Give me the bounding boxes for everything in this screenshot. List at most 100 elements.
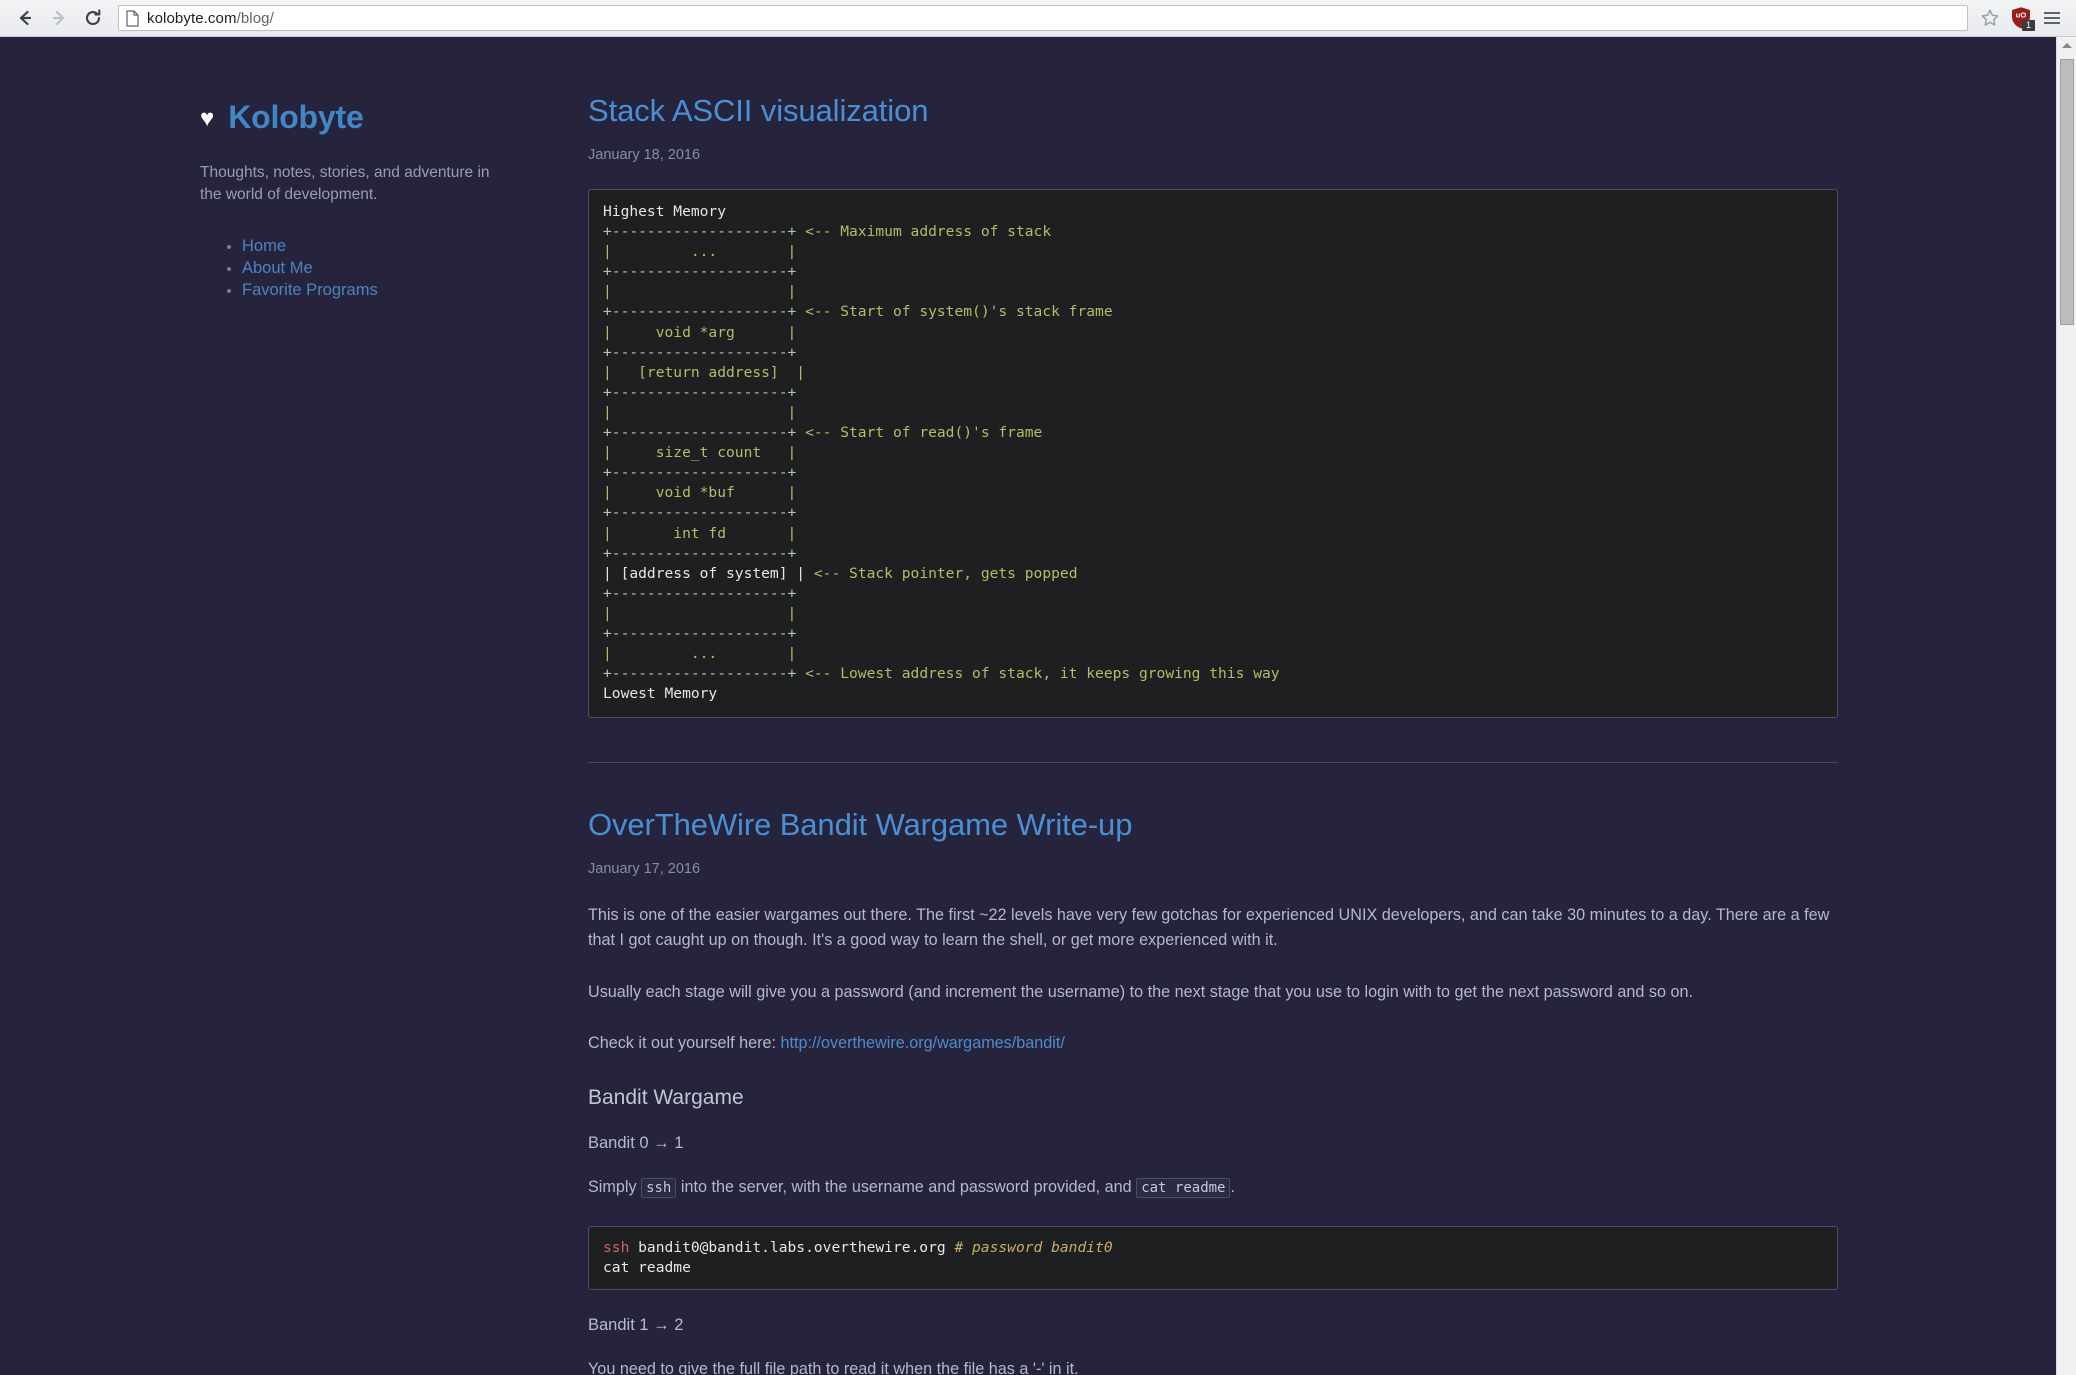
para-text: into the server, with the username and p… bbox=[676, 1177, 1137, 1196]
ascii-note-system-frame: <-- Start of system()'s stack frame bbox=[805, 303, 1113, 321]
post-paragraph-intro-1: This is one of the easier wargames out t… bbox=[588, 906, 1830, 950]
page-viewport: ♥ Kolobyte Thoughts, notes, stories, and… bbox=[0, 37, 2076, 1375]
ascii-cell: | | bbox=[603, 604, 797, 622]
ascii-stack-diagram: Highest Memory +--------------------+ <-… bbox=[588, 189, 1838, 719]
ascii-cell: | size_t count | bbox=[603, 444, 797, 462]
hamburger-menu-icon bbox=[2044, 17, 2060, 19]
heart-icon: ♥ bbox=[200, 105, 215, 132]
page-scrollbar[interactable] bbox=[2056, 37, 2076, 1375]
sidebar: ♥ Kolobyte Thoughts, notes, stories, and… bbox=[200, 99, 500, 303]
ascii-rule: +--------------------+ bbox=[603, 383, 797, 401]
address-bar[interactable]: kolobyte.com/blog/ bbox=[118, 5, 1968, 31]
site-brand[interactable]: ♥ Kolobyte bbox=[200, 99, 500, 136]
ascii-top-label: Highest Memory bbox=[603, 203, 727, 220]
ascii-cell: | [address of system] | bbox=[603, 564, 806, 582]
ascii-bottom-label: Lowest Memory bbox=[603, 685, 718, 703]
brand-name: Kolobyte bbox=[228, 99, 364, 135]
forward-arrow-icon bbox=[52, 10, 65, 26]
overthewire-link[interactable]: http://overthewire.org/wargames/bandit/ bbox=[781, 1034, 1065, 1052]
ascii-cell: | | bbox=[603, 403, 797, 421]
sidebar-item-home[interactable]: Home bbox=[242, 237, 500, 256]
sidebar-link-home[interactable]: Home bbox=[242, 237, 286, 255]
back-arrow-icon bbox=[19, 10, 32, 26]
post-title[interactable]: Stack ASCII visualization bbox=[588, 93, 1838, 129]
chrome-menu-button[interactable] bbox=[2036, 3, 2068, 33]
post-paragraph-bandit-1: You need to give the full file path to r… bbox=[588, 1359, 1079, 1375]
blog-site: ♥ Kolobyte Thoughts, notes, stories, and… bbox=[0, 37, 2056, 1375]
ascii-rule: +--------------------+ bbox=[603, 624, 797, 642]
code-command: ssh bbox=[603, 1238, 630, 1256]
sidebar-nav: Home About Me Favorite Programs bbox=[200, 237, 500, 300]
hamburger-menu-icon bbox=[2044, 22, 2060, 24]
section-heading-bandit-wargame: Bandit Wargame bbox=[588, 1085, 744, 1109]
ascii-cell: | void *arg | bbox=[603, 323, 797, 341]
post-paragraph-intro-2: Usually each stage will give you a passw… bbox=[588, 982, 1693, 1001]
post-title[interactable]: OverTheWire Bandit Wargame Write-up bbox=[588, 807, 1838, 843]
post-divider bbox=[588, 762, 1838, 764]
scrollbar-thumb[interactable] bbox=[2060, 59, 2074, 325]
svg-text:uO: uO bbox=[2016, 11, 2027, 20]
reload-button[interactable] bbox=[76, 3, 110, 33]
reload-icon bbox=[85, 9, 101, 26]
ascii-note-stack-pointer: <-- Stack pointer, gets popped bbox=[813, 564, 1078, 582]
site-tagline: Thoughts, notes, stories, and adventure … bbox=[200, 164, 490, 204]
inline-code-cat-readme: cat readme bbox=[1136, 1177, 1231, 1198]
hamburger-menu-icon bbox=[2044, 12, 2060, 14]
post-title-text: Stack ASCII visualization bbox=[588, 93, 929, 128]
sub-heading-bandit-1-2: Bandit 1 → 2 bbox=[588, 1315, 684, 1334]
ascii-cell: | ... | bbox=[603, 645, 797, 663]
ascii-rule: +--------------------+ bbox=[603, 303, 797, 321]
ascii-rule: +--------------------+ bbox=[603, 464, 797, 482]
sub-heading-bandit-0-1: Bandit 0 → 1 bbox=[588, 1133, 684, 1152]
ascii-rule: +--------------------+ bbox=[603, 263, 797, 281]
code-block-bandit-0: ssh bandit0@bandit.labs.overthewire.org … bbox=[588, 1225, 1838, 1290]
post-date: January 17, 2016 bbox=[588, 861, 701, 878]
ascii-rule: +--------------------+ bbox=[603, 424, 797, 442]
post-title-text: OverTheWire Bandit Wargame Write-up bbox=[588, 807, 1133, 843]
ascii-cell: | | bbox=[603, 283, 797, 301]
chevron-up-icon bbox=[2061, 43, 2072, 48]
check-prefix-text: Check it out yourself here: bbox=[588, 1033, 781, 1052]
sidebar-item-about-me[interactable]: About Me bbox=[242, 259, 500, 278]
back-button[interactable] bbox=[8, 3, 42, 33]
url-path: /blog/ bbox=[236, 9, 274, 27]
web-page: ♥ Kolobyte Thoughts, notes, stories, and… bbox=[0, 37, 2056, 1375]
ascii-note-lowest-address: <-- Lowest address of stack, it keeps gr… bbox=[805, 665, 1280, 683]
extension-badge-count: 1 bbox=[2022, 20, 2035, 31]
code-comment: # password bandit0 bbox=[954, 1238, 1113, 1256]
ascii-rule: +--------------------+ bbox=[603, 665, 797, 683]
code-line: cat readme bbox=[603, 1258, 691, 1276]
scrollbar-up-button[interactable] bbox=[2057, 37, 2076, 54]
ascii-rule: +--------------------+ bbox=[603, 343, 797, 361]
sidebar-link-favorite-programs[interactable]: Favorite Programs bbox=[242, 281, 378, 299]
ascii-note-read-frame: <-- Start of read()'s frame bbox=[805, 424, 1043, 442]
page-document-icon bbox=[125, 9, 140, 27]
bookmark-star-icon bbox=[1981, 9, 1999, 26]
ascii-rule: +--------------------+ bbox=[603, 223, 797, 241]
post-paragraph-bandit-0: Simply ssh into the server, with the use… bbox=[588, 1175, 1838, 1200]
url-domain: kolobyte.com bbox=[147, 9, 237, 27]
ascii-cell: | void *buf | bbox=[603, 484, 797, 502]
post-overthewire-bandit-writeup: OverTheWire Bandit Wargame Write-up Janu… bbox=[588, 807, 1838, 1375]
ascii-rule: +--------------------+ bbox=[603, 544, 797, 562]
sidebar-link-about-me[interactable]: About Me bbox=[242, 259, 313, 277]
ascii-cell: | ... | bbox=[603, 243, 797, 261]
code-args: bandit0@bandit.labs.overthewire.org bbox=[629, 1238, 955, 1256]
url-text: kolobyte.com/blog/ bbox=[147, 10, 274, 27]
browser-toolbar: kolobyte.com/blog/ uO 1 bbox=[0, 0, 2076, 37]
post-list: Stack ASCII visualization January 18, 20… bbox=[588, 93, 1838, 1375]
bookmark-button[interactable] bbox=[1974, 3, 2006, 33]
post-stack-ascii-visualization: Stack ASCII visualization January 18, 20… bbox=[588, 93, 1838, 719]
ascii-rule: +--------------------+ bbox=[603, 584, 797, 602]
ascii-cell: | int fd | bbox=[603, 524, 797, 542]
toolbar-right-cluster: uO 1 bbox=[1974, 3, 2068, 33]
inline-code-ssh: ssh bbox=[641, 1177, 677, 1198]
forward-button[interactable] bbox=[42, 3, 76, 33]
post-paragraph-check-it-out: Check it out yourself here: http://overt… bbox=[588, 1031, 1838, 1056]
ascii-cell: | [return address] | bbox=[603, 363, 806, 381]
ublock-extension-button[interactable]: uO 1 bbox=[2006, 3, 2036, 33]
para-text: Simply bbox=[588, 1177, 642, 1196]
ascii-note-max-address: <-- Maximum address of stack bbox=[805, 223, 1052, 241]
sidebar-item-favorite-programs[interactable]: Favorite Programs bbox=[242, 281, 500, 300]
post-date: January 18, 2016 bbox=[588, 147, 701, 163]
